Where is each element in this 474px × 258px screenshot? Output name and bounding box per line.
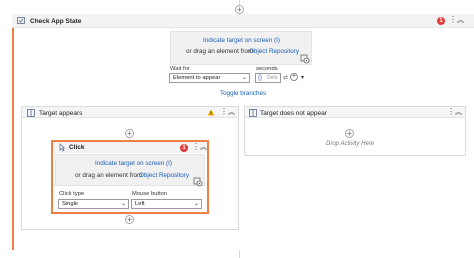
collapse-icon[interactable]: ︽ xyxy=(228,109,235,117)
click-target-selection-area xyxy=(55,154,205,186)
check-app-state-title: Check App State xyxy=(30,18,82,25)
more-options-icon[interactable]: ⋮ xyxy=(447,108,455,116)
click-type-dropdown[interactable]: Single ⌄ xyxy=(58,199,129,209)
wait-for-label: Wait for xyxy=(170,66,190,72)
wait-for-value: Element to appear xyxy=(173,75,221,81)
connector-line xyxy=(239,250,240,258)
click-icon xyxy=(59,143,66,152)
mouse-button-dropdown[interactable]: Left ⌄ xyxy=(131,199,202,209)
target-options-icon[interactable] xyxy=(193,177,203,187)
options-dropdown-icon[interactable]: ▾ xyxy=(301,74,304,81)
add-activity-button[interactable]: + xyxy=(125,129,134,138)
branch-icon xyxy=(27,109,35,117)
chevron-down-icon: ⌄ xyxy=(193,201,199,207)
expression-icon: {} xyxy=(258,75,263,81)
seconds-placeholder: Defa xyxy=(267,75,278,81)
add-property-icon[interactable]: + xyxy=(290,73,298,81)
mouse-button-value: Left xyxy=(135,201,145,207)
indicate-target-link[interactable]: Indicate target on screen (I) xyxy=(203,37,280,44)
click-type-value: Single xyxy=(62,201,79,207)
chevron-down-icon: ⌄ xyxy=(241,75,247,81)
more-options-icon[interactable]: ⋮ xyxy=(220,108,228,116)
click-type-label: Click type xyxy=(59,191,85,197)
indicate-target-link[interactable]: Indicate target on screen (I) xyxy=(95,160,172,167)
seconds-label: seconds xyxy=(256,66,278,72)
object-repository-link[interactable]: Object Repository xyxy=(249,48,299,55)
wait-for-dropdown[interactable]: Element to appear ⌄ xyxy=(169,73,250,83)
more-options-icon[interactable]: ⋮ xyxy=(192,143,200,151)
target-appears-title: Target appears xyxy=(39,110,83,117)
check-app-state-icon xyxy=(17,17,25,24)
drag-element-text: or drag an element from xyxy=(75,172,143,179)
swap-icon[interactable]: ⇄ xyxy=(283,74,288,81)
drag-element-text: or drag an element from xyxy=(186,48,254,55)
drop-activity-placeholder[interactable]: Drop Activity Here xyxy=(326,141,374,147)
add-activity-button[interactable]: + xyxy=(125,215,134,224)
mouse-button-label: Mouse button xyxy=(132,191,168,197)
collapse-icon[interactable]: ︽ xyxy=(455,109,462,117)
target-options-icon[interactable] xyxy=(300,54,310,64)
error-badge[interactable]: 1 xyxy=(437,17,445,25)
chevron-down-icon: ⌄ xyxy=(120,201,126,207)
add-activity-button[interactable]: + xyxy=(345,129,354,138)
add-activity-top-button[interactable]: + xyxy=(235,5,244,14)
more-options-icon[interactable]: ⋮ xyxy=(449,16,457,24)
object-repository-link[interactable]: Object Repository xyxy=(139,172,189,179)
target-not-appear-title: Target does not appear xyxy=(260,110,327,117)
click-title: Click xyxy=(69,144,85,151)
error-badge[interactable]: 1 xyxy=(180,144,188,152)
seconds-input[interactable]: {} Defa xyxy=(255,73,281,83)
toggle-branches-link[interactable]: Toggle branches xyxy=(220,90,266,97)
branch-icon xyxy=(249,109,257,117)
warning-icon[interactable] xyxy=(207,109,215,116)
collapse-icon[interactable]: ︽ xyxy=(457,17,464,25)
collapse-icon[interactable]: ︽ xyxy=(200,144,207,152)
connector-line xyxy=(239,0,240,5)
